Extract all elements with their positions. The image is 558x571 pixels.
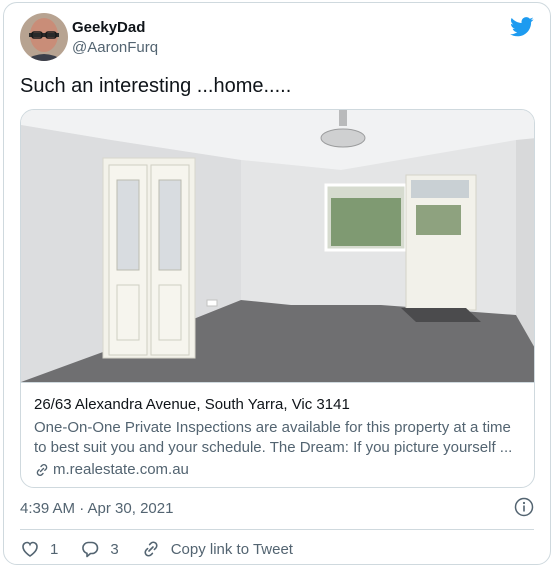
card-body[interactable]: 26/63 Alexandra Avenue, South Yarra, Vic… xyxy=(21,382,534,487)
like-count: 1 xyxy=(50,540,59,558)
like-button[interactable]: 1 xyxy=(20,539,58,559)
timestamp[interactable]: 4:39 AM · Apr 30, 2021 xyxy=(20,500,173,517)
link-icon xyxy=(144,541,158,557)
action-bar: 1 3 Copy link to Tweet xyxy=(20,539,315,559)
reply-button[interactable]: 3 xyxy=(80,539,119,559)
card-domain[interactable]: m.realestate.com.au xyxy=(34,461,189,478)
card-title[interactable]: 26/63 Alexandra Avenue, South Yarra, Vic… xyxy=(34,396,350,413)
divider xyxy=(20,529,534,530)
twitter-bird-icon[interactable] xyxy=(510,17,534,37)
reply-count: 3 xyxy=(110,540,119,558)
avatar[interactable] xyxy=(20,13,68,61)
author-name[interactable]: GeekyDad xyxy=(72,19,145,36)
card-domain-text: m.realestate.com.au xyxy=(53,461,189,478)
card-description: One-On-One Private Inspections are avail… xyxy=(34,419,513,456)
copy-link-label: Copy link to Tweet xyxy=(170,540,293,558)
copy-link-button[interactable]: Copy link to Tweet xyxy=(141,539,293,559)
tweet-card: GeekyDad @AaronFurq Such an interesting … xyxy=(3,2,551,565)
reply-icon xyxy=(82,541,99,558)
tweet-text: Such an interesting ...home..... xyxy=(20,75,292,97)
info-icon[interactable] xyxy=(514,497,534,517)
link-icon xyxy=(36,463,48,476)
card-image[interactable] xyxy=(21,110,534,382)
heart-icon xyxy=(22,541,38,557)
author-handle[interactable]: @AaronFurq xyxy=(72,39,158,56)
link-card[interactable]: 26/63 Alexandra Avenue, South Yarra, Vic… xyxy=(20,109,535,488)
